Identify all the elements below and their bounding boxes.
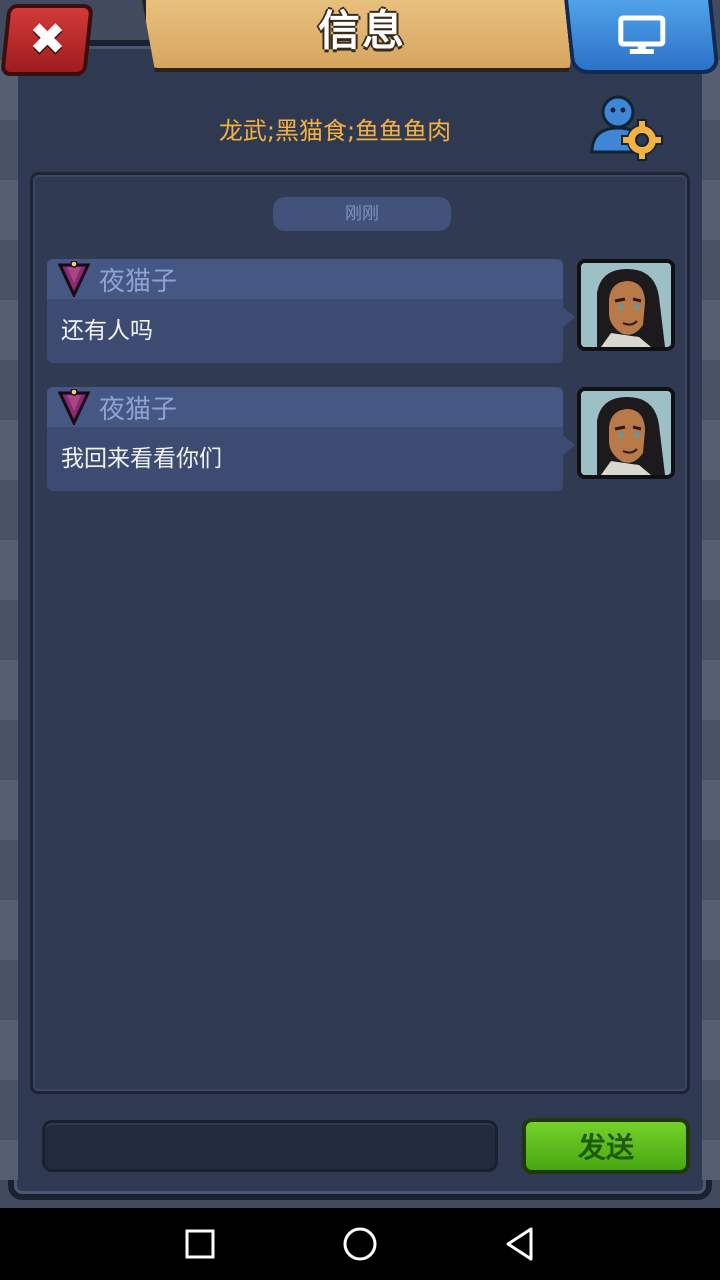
recents-icon — [185, 1229, 215, 1259]
pennant-icon — [57, 261, 91, 297]
send-button[interactable]: 发送 — [522, 1118, 690, 1174]
message-header: 夜猫子 — [47, 387, 563, 427]
sender-name[interactable]: 夜猫子 — [99, 389, 177, 426]
hero-avatar[interactable] — [577, 387, 675, 479]
message-input[interactable] — [42, 1120, 498, 1172]
close-button[interactable]: ✖ — [0, 4, 94, 76]
hero-avatar[interactable] — [577, 259, 675, 351]
hero-avatar-icon — [581, 391, 671, 475]
message-text: 我回来看看你们 — [61, 446, 222, 472]
frame-right-edge — [702, 60, 720, 1180]
home-icon — [343, 1227, 377, 1261]
monitor-icon — [618, 15, 666, 54]
user-settings-button[interactable] — [586, 94, 666, 162]
screen-toggle-button[interactable] — [564, 0, 720, 74]
back-icon — [506, 1227, 533, 1261]
message-text: 还有人吗 — [61, 318, 153, 344]
title-banner: 信息 — [142, 0, 582, 72]
message-header: 夜猫子 — [47, 259, 563, 299]
back-button[interactable] — [490, 1214, 550, 1274]
page-title: 信息 — [317, 5, 406, 55]
pennant-icon — [57, 389, 91, 425]
hero-avatar-icon — [581, 263, 671, 347]
frame-left-edge — [0, 60, 18, 1180]
recents-button[interactable] — [170, 1214, 230, 1274]
android-nav-bar — [0, 1208, 720, 1280]
timestamp-pill: 刚刚 — [273, 197, 451, 231]
user-settings-icon — [590, 95, 663, 161]
close-icon: ✖ — [28, 14, 66, 65]
chat-panel[interactable]: 刚刚 夜猫子 还有人吗 夜猫子 我回来看看你们 — [30, 172, 690, 1094]
sender-name[interactable]: 夜猫子 — [99, 261, 177, 298]
chat-message: 夜猫子 我回来看看你们 — [47, 387, 575, 491]
channel-members: 龙武;黑猫食;鱼鱼鱼肉 — [218, 117, 452, 145]
chat-message: 夜猫子 还有人吗 — [47, 259, 575, 363]
home-button[interactable] — [330, 1214, 390, 1274]
chat-screen: 信息 ✖ 龙武;黑猫食;鱼鱼鱼肉 刚刚 夜猫子 还有人吗 夜猫子 我回来看看你们… — [0, 0, 720, 1208]
